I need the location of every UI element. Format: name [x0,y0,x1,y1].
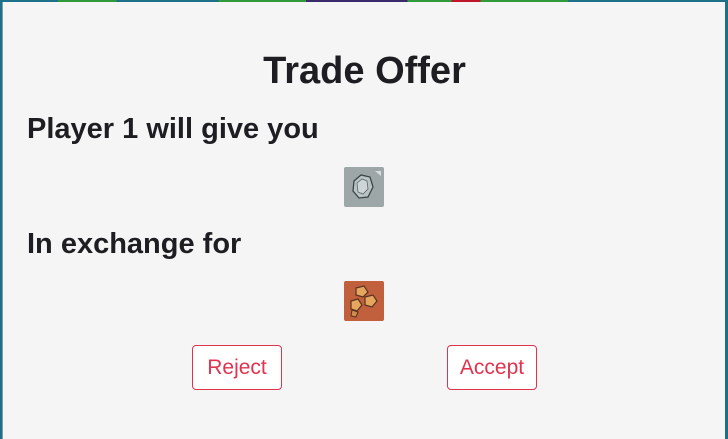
accept-button[interactable]: Accept [447,345,537,390]
ore-card [344,167,384,207]
exchange-heading: In exchange for [27,228,242,260]
dialog-title: Trade Offer [263,50,466,92]
trade-offer-dialog: Trade Offer Player 1 will give you In ex… [2,2,725,439]
brick-icon [350,285,378,318]
reject-button[interactable]: Reject [192,345,282,390]
brick-card [344,281,384,321]
give-heading: Player 1 will give you [27,113,319,145]
ore-icon [352,171,381,199]
